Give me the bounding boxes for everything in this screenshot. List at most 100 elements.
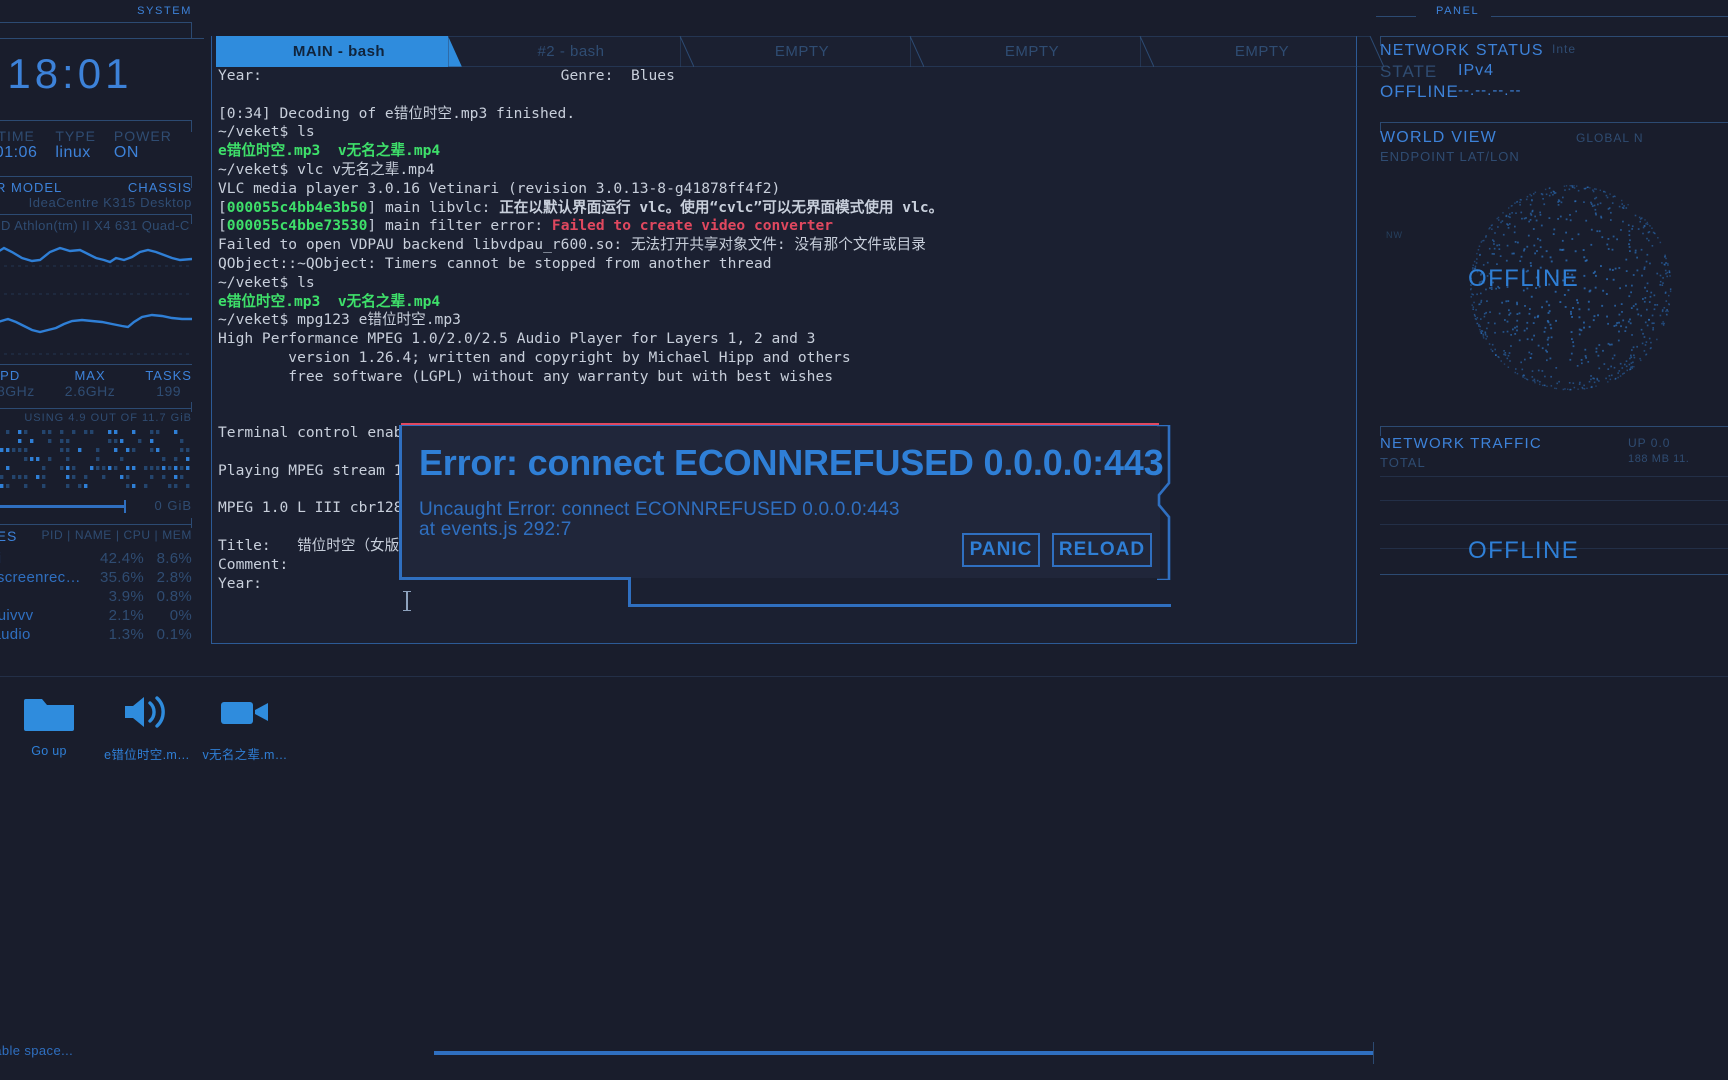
- process-name: seaudio: [0, 626, 31, 643]
- process-cpu: 1.3%: [108, 626, 144, 643]
- status-bar-tick: [1373, 1042, 1374, 1064]
- dialog-message: Uncaught Error: connect ECONNREFUSED 0.0…: [419, 500, 900, 540]
- process-row[interactable]: g 3.9% 0.8%: [0, 588, 192, 607]
- memory-bar: 0 GiB: [0, 498, 192, 514]
- traffic-gridline: [1380, 524, 1728, 525]
- traffic-gridline: [1380, 500, 1728, 501]
- stat-tasks: TASKS 199: [145, 368, 192, 399]
- memory-bar-tick: [124, 500, 126, 513]
- cpu-name: (AMD Athlon(tm) II X4 631 Quad-C: [0, 218, 190, 233]
- system-stats: UPTIME 0d01:06 TYPE linux POWER ON: [0, 128, 192, 162]
- dialog-message-line2: at events.js 292:7: [419, 519, 572, 540]
- dock-item-label: e错位时空.m…: [104, 748, 190, 762]
- process-mem: 0%: [169, 607, 192, 624]
- dock-item-label: Go up: [31, 744, 67, 758]
- stat-spd-value: 2.48GHz: [0, 383, 35, 399]
- stat-uptime-value: 0d01:06: [0, 144, 38, 161]
- dialog-bottom-border-right: [628, 604, 1171, 607]
- stat-uptime-key: UPTIME: [0, 128, 35, 144]
- stat-spd: SPD 2.48GHz: [0, 368, 35, 399]
- divider: [0, 120, 192, 121]
- network-state-value: OFFLINE: [1380, 82, 1459, 101]
- divider: [0, 176, 192, 177]
- process-cpu: 2.1%: [108, 607, 144, 624]
- reload-button[interactable]: RELOAD: [1052, 533, 1152, 567]
- divider: [1380, 426, 1728, 427]
- network-state-key: STATE: [1380, 62, 1438, 81]
- dock-item-label: v无名之辈.m…: [202, 748, 288, 762]
- panic-button[interactable]: PANIC: [962, 533, 1040, 567]
- process-list: x-ui 42.4% 8.6% plescreenrec… 35.6% 2.8% g 3.9%…: [0, 550, 192, 645]
- terminal-tab-2[interactable]: #2 - bash: [448, 36, 694, 67]
- model-value: IdeaCentre K315 Desktop: [28, 195, 192, 210]
- globe-nw-label: NW: [1386, 230, 1403, 240]
- stat-power-key: POWER: [113, 128, 172, 144]
- divider: [1380, 574, 1728, 575]
- network-interface-label: Inte: [1552, 42, 1577, 56]
- process-row[interactable]: x-ui 42.4% 8.6%: [0, 550, 192, 569]
- terminal-tab-4[interactable]: EMPTY: [910, 36, 1154, 67]
- system-panel-label: SYSTEM: [137, 5, 192, 17]
- folder-up-icon: [21, 690, 77, 734]
- video-camera-icon: [217, 690, 273, 734]
- stat-uptime: UPTIME 0d01:06: [0, 128, 37, 162]
- stat-type-key: TYPE: [55, 128, 96, 144]
- dock-item-1[interactable]: Go up: [0, 690, 98, 780]
- stat-max-value: 2.6GHz: [64, 383, 116, 399]
- memory-cell-grid: [0, 430, 190, 488]
- process-cpu: 35.6%: [99, 569, 144, 586]
- speed-stats: SPD 2.48GHz MAX 2.6GHz TASKS 199: [0, 368, 192, 399]
- stat-spd-key: SPD: [0, 368, 21, 383]
- model-header-right: CHASSIS: [127, 180, 192, 195]
- memory-usage-graph: [0, 313, 192, 355]
- memory-bar-label: 0 GiB: [154, 498, 192, 513]
- process-cpu: 42.4%: [99, 550, 144, 567]
- terminal-tab-3[interactable]: EMPTY: [680, 36, 924, 67]
- terminal-tab-1[interactable]: MAIN - bash: [216, 36, 462, 67]
- process-mem: 2.8%: [156, 569, 192, 586]
- status-bar-text: ailable space...: [0, 1043, 74, 1058]
- terminal-tab-label: EMPTY: [774, 43, 830, 60]
- divider: [1376, 16, 1416, 17]
- stat-max-key: MAX: [74, 368, 106, 383]
- dialog-message-line1: Uncaught Error: connect ECONNREFUSED 0.0…: [419, 499, 900, 520]
- stat-type-value: linux: [55, 144, 91, 161]
- terminal-tab-label: EMPTY: [1234, 43, 1290, 60]
- terminal-tab-label: MAIN - bash: [292, 43, 386, 60]
- divider-tick: [191, 402, 192, 412]
- divider-tick: [191, 518, 192, 528]
- error-dialog: Error: connect ECONNREFUSED 0.0.0.0:443 …: [399, 420, 1171, 607]
- stat-max: MAX 2.6GHz: [65, 368, 115, 399]
- memory-caption: USING 4.9 OUT OF 11.7 GiB: [24, 412, 192, 424]
- divider-tick: [191, 22, 192, 38]
- network-traffic-status: OFFLINE: [1468, 537, 1580, 564]
- stat-type: TYPE linux: [55, 128, 96, 162]
- divider: [1380, 122, 1728, 123]
- terminal-tab-bar: MAIN - bash #2 - bash EMPTY EMPTY EMPTY: [211, 36, 1384, 67]
- file-dock: Go up e错位时空.m… v无名之辈.m…: [0, 690, 420, 780]
- desktop-root: SYSTEM : 18:01 UPTIME 0d01:06 TYPE linux…: [0, 0, 1728, 1080]
- process-table-title: SSES: [0, 528, 18, 544]
- process-mem: 0.1%: [156, 626, 192, 643]
- process-row[interactable]: plescreenrec… 35.6% 2.8%: [0, 569, 192, 588]
- process-row[interactable]: seaudio 1.3% 0.1%: [0, 626, 192, 645]
- dock-divider: [0, 676, 1728, 677]
- stat-power: POWER ON: [114, 128, 172, 162]
- status-progress-bar[interactable]: [434, 1051, 1374, 1055]
- terminal-tab-5[interactable]: EMPTY: [1140, 36, 1384, 67]
- process-row[interactable]: ex-uivvv 2.1% 0%: [0, 607, 192, 626]
- process-name: g: [0, 588, 86, 605]
- network-status-title: NETWORK STATUS: [1380, 42, 1544, 59]
- dialog-left-border: [399, 425, 402, 580]
- dialog-top-border: [401, 425, 1159, 426]
- divider: [1491, 16, 1728, 17]
- dock-item-3[interactable]: v无名之辈.m…: [196, 690, 294, 780]
- process-table-header: SSES PID | NAME | CPU | MEM: [0, 528, 192, 544]
- divider: [0, 38, 204, 39]
- world-view-title: WORLD VIEW: [1380, 129, 1497, 146]
- dock-item-2[interactable]: e错位时空.m…: [98, 690, 196, 780]
- network-traffic-total-key: TOTAL: [1380, 455, 1426, 470]
- process-table-columns: PID | NAME | CPU | MEM: [41, 528, 192, 542]
- process-name: x-ui: [0, 550, 86, 567]
- model-header: RER MODEL CHASSIS: [0, 180, 192, 195]
